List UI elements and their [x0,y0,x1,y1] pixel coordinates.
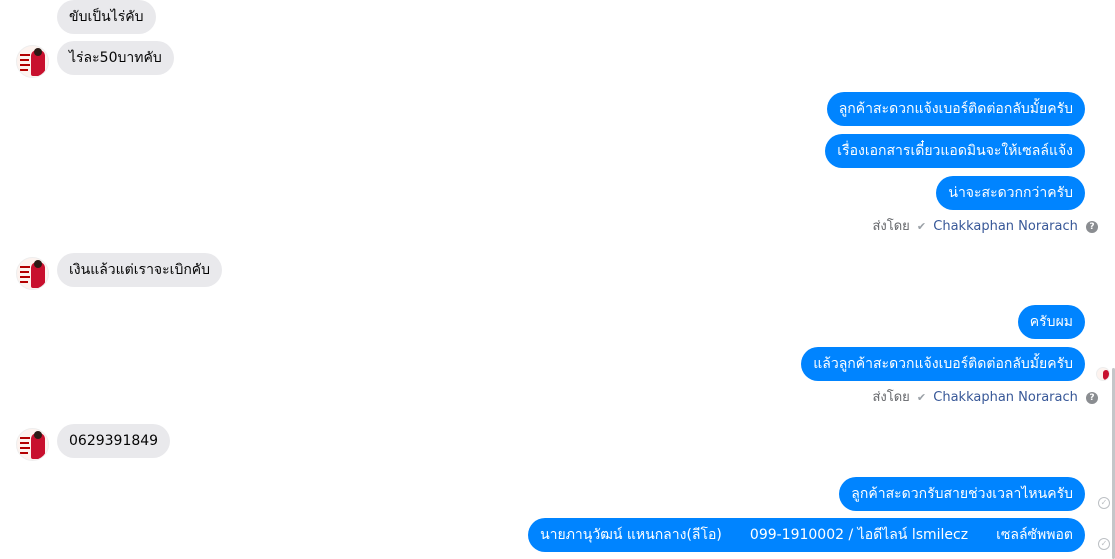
message-text: 0629391849 [69,433,159,449]
message-text: ลูกค้าสะดวกแจ้งเบอร์ติดต่อกลับมั้ยครับ [838,101,1073,117]
question-icon[interactable]: ? [1086,391,1098,404]
message-text: ลูกค้าสะดวกรับสายช่วงเวลาไหนครับ [851,486,1073,502]
message-text: แล้วลูกค้าสะดวกแจ้งเบอร์ติดต่อกลับมั้ยคร… [813,356,1073,372]
outgoing-message[interactable]: ลูกค้าสะดวกแจ้งเบอร์ติดต่อกลับมั้ยครับ [826,92,1085,126]
sent-by-label: ส่งโดย ✔ Chakkaphan Norarach ? [872,218,1098,236]
contact-avatar[interactable] [16,428,49,461]
outgoing-message[interactable]: น่าจะสะดวกกว่าครับ [936,176,1085,210]
check-circle-icon: ✔ [916,220,927,233]
seen-avatar [1096,367,1110,381]
incoming-message[interactable]: ขับเป็นไร่คับ [57,0,156,34]
outgoing-message[interactable]: เรื่องเอกสารเดี๋ยวแอดมินจะให้เซลล์แจ้ง [825,134,1085,168]
contact-avatar[interactable] [16,257,49,290]
message-text: เรื่องเอกสารเดี๋ยวแอดมินจะให้เซลล์แจ้ง [837,143,1073,159]
outgoing-message[interactable]: ครับผม [1017,305,1085,339]
message-text: น่าจะสะดวกกว่าครับ [948,185,1073,201]
sent-by-label: ส่งโดย ✔ Chakkaphan Norarach ? [872,389,1098,407]
incoming-message[interactable]: 0629391849 [57,424,171,458]
question-icon[interactable]: ? [1086,220,1098,233]
outgoing-message[interactable]: ลูกค้าสะดวกรับสายช่วงเวลาไหนครับ [839,477,1085,511]
delivered-check-icon: ✓ [1098,538,1110,550]
message-text: ครับผม [1029,314,1073,330]
delivered-check-icon: ✓ [1098,497,1110,509]
message-text-part: เซลล์ซัพพอต [996,527,1073,543]
sent-by-prefix: ส่งโดย [872,219,910,234]
message-text-part: นายภานุวัฒน์ แหนกลาง(ลีโอ) [540,527,722,543]
incoming-message[interactable]: เงินแล้วแต่เราจะเบิกคับ [57,253,223,287]
outgoing-message[interactable]: แล้วลูกค้าสะดวกแจ้งเบอร์ติดต่อกลับมั้ยคร… [801,347,1085,381]
incoming-message[interactable]: ไร่ละ50บาทคับ [57,41,174,75]
sender-name-link[interactable]: Chakkaphan Norarach [933,390,1078,405]
contact-avatar[interactable] [16,45,49,78]
sender-name-link[interactable]: Chakkaphan Norarach [933,219,1078,234]
sent-by-prefix: ส่งโดย [872,390,910,405]
message-text-part: 099-1910002 / ไอดีไลน์ lsmilecz [749,527,969,543]
message-text: ขับเป็นไร่คับ [69,9,144,25]
message-text: เงินแล้วแต่เราจะเบิกคับ [69,262,211,278]
outgoing-message[interactable]: นายภานุวัฒน์ แหนกลาง(ลีโอ) 099-1910002 / … [528,518,1085,552]
message-text: ไร่ละ50บาทคับ [69,50,162,66]
check-circle-icon: ✔ [916,391,927,404]
